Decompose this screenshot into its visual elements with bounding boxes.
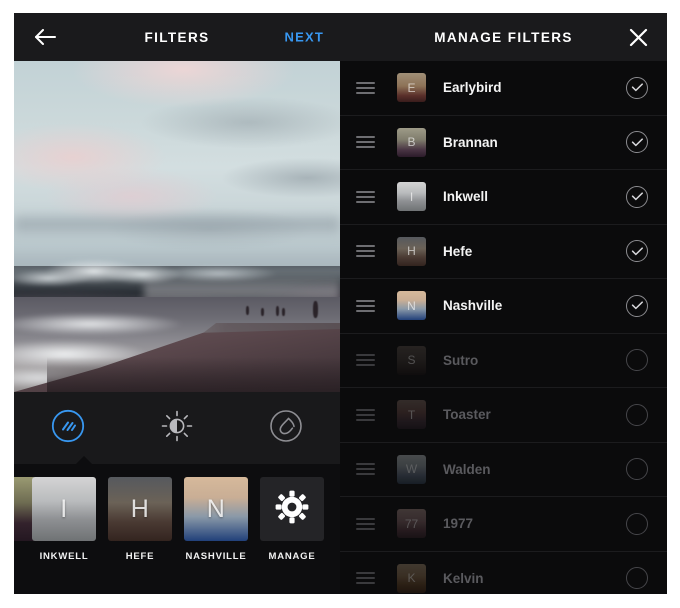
carousel-item-manage[interactable]: MANAGE (254, 477, 330, 562)
filter-thumbnail: S (397, 345, 426, 375)
unchecked-toggle-icon[interactable] (626, 512, 648, 535)
filter-carousel[interactable]: I INKWELL H HEFE N NASHVILLE MANAGE (14, 464, 340, 594)
brightness-sun-icon (160, 409, 194, 448)
app-screenshot: FILTERS NEXT I INKWELL H HEFE N NASHVILL… (0, 0, 680, 608)
beach-photo (14, 61, 340, 392)
filter-row[interactable]: B Brannan (340, 116, 667, 170)
filter-row[interactable]: I Inkwell (340, 170, 667, 225)
close-x-icon[interactable] (626, 25, 650, 49)
tab-edit[interactable] (123, 392, 232, 464)
filter-thumbnail-letter: W (405, 462, 418, 477)
filter-thumbnail: I (32, 477, 96, 541)
drag-handle-icon[interactable] (356, 190, 380, 203)
filter-row[interactable]: H Hefe (340, 225, 667, 279)
drag-handle-icon[interactable] (356, 572, 380, 585)
photo-beach-shadow (46, 357, 340, 392)
carousel-item-label: HEFE (125, 551, 155, 562)
drag-handle-icon[interactable] (356, 517, 380, 530)
photo-sky-band (14, 211, 340, 237)
filter-thumbnail: H (397, 236, 426, 266)
carousel-item-label: NASHVILLE (185, 551, 247, 562)
filter-row[interactable]: 77 1977 (340, 497, 667, 552)
photo-figure (246, 306, 249, 315)
photo-figure (276, 306, 279, 316)
drag-handle-icon[interactable] (356, 299, 380, 312)
filter-thumbnail-letter: H (407, 244, 416, 259)
filter-thumbnail: N (397, 291, 426, 321)
filter-thumbnail-letter: T (407, 407, 416, 422)
filter-thumbnail: E (397, 73, 426, 103)
filter-editor-panel: FILTERS NEXT I INKWELL H HEFE N NASHVILL… (14, 13, 340, 594)
filter-thumbnail-letter: B (407, 135, 416, 150)
manage-filters-panel: MANAGE FILTERS E Earlybird B Brannan I Inkwel… (340, 13, 667, 594)
filter-thumbnail: W (397, 454, 426, 484)
drag-handle-icon[interactable] (356, 245, 380, 258)
next-button[interactable]: NEXT (285, 30, 324, 45)
gear-icon (274, 489, 310, 530)
back-arrow-icon[interactable] (32, 24, 58, 50)
tab-blur[interactable] (231, 392, 340, 464)
carousel-item-label: MANAGE (268, 551, 316, 562)
filter-thumbnail-letter: K (407, 571, 416, 586)
drag-handle-icon[interactable] (356, 354, 380, 367)
photo-preview[interactable] (14, 61, 340, 392)
carousel-item-inkwell[interactable]: I INKWELL (26, 477, 102, 562)
filter-row[interactable]: T Toaster (340, 388, 667, 443)
editor-tool-tabs (14, 392, 340, 465)
manage-filters-list[interactable]: E Earlybird B Brannan I Inkwell H Hefe N Nashvill… (340, 61, 667, 594)
carousel-item-hefe[interactable]: H HEFE (102, 477, 178, 562)
checked-toggle-icon[interactable] (626, 131, 648, 154)
filter-thumbnail-letter: N (206, 494, 226, 523)
manage-navbar: MANAGE FILTERS (340, 13, 667, 61)
filter-row[interactable]: W Walden (340, 443, 667, 497)
filter-thumbnail: B (397, 127, 426, 157)
editor-navbar: FILTERS NEXT (14, 13, 340, 61)
filter-thumbnail-letter: N (407, 298, 416, 313)
checked-toggle-icon[interactable] (626, 294, 648, 317)
filter-thumbnail-letter: E (407, 80, 416, 95)
filter-row[interactable]: N Nashville (340, 279, 667, 334)
carousel-item-label: INKWELL (39, 551, 89, 562)
tab-filter[interactable] (14, 392, 123, 464)
tilt-shift-blur-icon (268, 408, 304, 449)
page-title: FILTERS (144, 29, 210, 45)
filter-row[interactable]: K Kelvin (340, 552, 667, 595)
drag-handle-icon[interactable] (356, 463, 380, 476)
filter-thumbnail: I (397, 182, 426, 212)
drag-handle-icon[interactable] (356, 136, 380, 149)
carousel-item-partial[interactable] (14, 477, 36, 541)
carousel-item-nashville[interactable]: N NASHVILLE (178, 477, 254, 562)
unchecked-toggle-icon[interactable] (626, 403, 648, 426)
filter-row[interactable]: E Earlybird (340, 61, 667, 116)
manage-title: MANAGE FILTERS (434, 29, 573, 45)
filter-thumbnail: H (108, 477, 172, 541)
filter-thumbnail-letter: 77 (404, 516, 419, 531)
filter-thumbnail-letter: I (409, 189, 414, 204)
drag-handle-icon[interactable] (356, 408, 380, 421)
filter-thumbnail: T (397, 400, 426, 430)
filter-thumbnail: 77 (397, 509, 426, 539)
filter-thumbnail-letter: I (60, 494, 68, 523)
filter-thumbnail-letter: H (130, 494, 150, 523)
photo-figure (261, 308, 264, 316)
checked-toggle-icon[interactable] (626, 76, 648, 99)
filter-thumbnail-letter: S (407, 353, 416, 368)
unchecked-toggle-icon[interactable] (626, 567, 648, 590)
unchecked-toggle-icon[interactable] (626, 458, 648, 481)
checked-toggle-icon[interactable] (626, 240, 648, 263)
filter-row[interactable]: S Sutro (340, 334, 667, 388)
drag-handle-icon[interactable] (356, 81, 380, 94)
checked-toggle-icon[interactable] (626, 185, 648, 208)
filter-circle-icon (50, 408, 86, 449)
filter-thumbnail: N (184, 477, 248, 541)
unchecked-toggle-icon[interactable] (626, 349, 648, 372)
photo-figure (313, 301, 318, 318)
filter-thumbnail: K (397, 563, 426, 593)
photo-figure (282, 308, 285, 316)
manage-thumbnail (260, 477, 324, 541)
